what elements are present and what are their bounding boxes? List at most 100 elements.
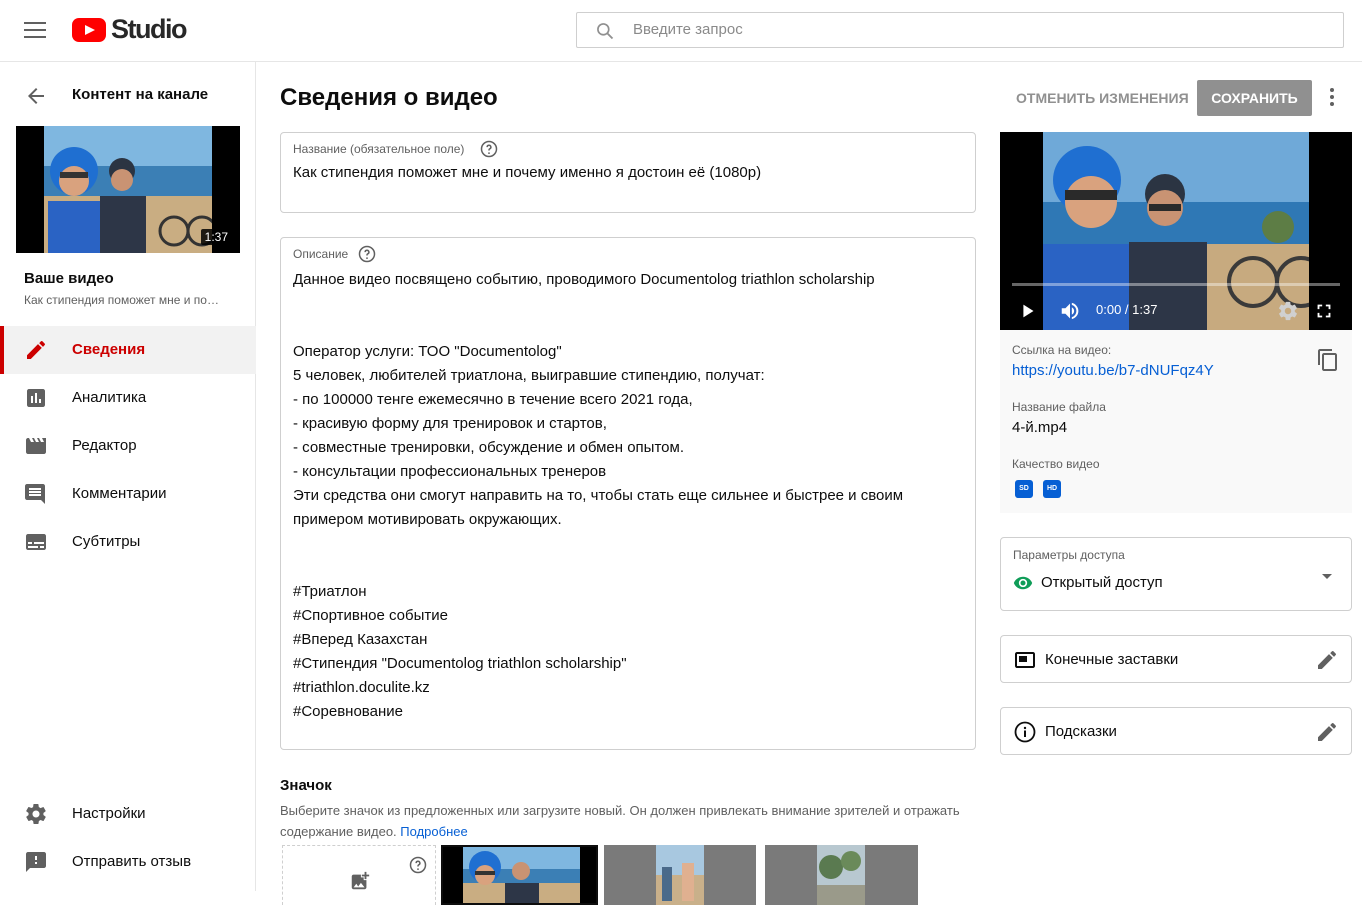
sidebar: Контент на канале 1:37 Ваше видео Как ст… [0,62,256,891]
sidebar-item-analytics[interactable]: Аналитика [0,374,256,422]
sidebar-item-feedback[interactable]: Отправить отзыв [0,838,256,886]
cards-label: Подсказки [1045,723,1117,740]
sidebar-item-label: Аналитика [72,389,147,406]
subtitles-icon [26,534,46,550]
feedback-icon [26,852,46,872]
hd-quality-badge: HD [1043,480,1061,498]
description-field[interactable]: Описание Данное видео посвящено событию,… [280,237,976,750]
thumbnail-option-selected[interactable] [441,845,598,905]
end-screens-card[interactable]: Конечные заставки [1000,635,1352,683]
studio-logo-text[interactable]: Studio [111,14,187,45]
description-input[interactable]: Данное видео посвящено событию, проводим… [293,268,903,724]
channel-content-title: Контент на канале [72,86,209,103]
description-line: - совместные тренировки, обсуждение и об… [293,439,684,456]
video-preview-card: 0:00 / 1:37 Ссылка на видео: https://you… [1000,132,1352,513]
thumbnail-option-3[interactable] [765,845,918,905]
description-line: - по 100000 тенге ежемесячно в течение в… [293,391,693,408]
description-line: - красивую форму для тренировок и старто… [293,415,607,432]
visibility-label: Параметры доступа [1013,548,1125,562]
description-line: Данное видео посвящено событию, проводим… [293,271,875,288]
search-input[interactable] [633,21,1313,38]
menu-icon[interactable] [24,22,46,38]
sd-quality-badge: SD [1015,480,1033,498]
volume-icon[interactable] [1059,300,1081,322]
fullscreen-icon[interactable] [1313,300,1335,322]
description-line: примером мотивировать окружающих. [293,511,562,528]
video-time: 0:00 / 1:37 [1096,302,1158,317]
back-arrow-icon[interactable] [24,84,48,108]
upload-thumbnail-button[interactable] [282,845,436,905]
title-input[interactable]: Как стипендия поможет мне и почему именн… [293,164,761,181]
video-thumbnail-image [44,126,212,253]
thumbnail-description-text: Выберите значок из предложенных или загр… [280,803,960,839]
analytics-icon [27,389,45,407]
description-line [293,532,903,556]
search-box[interactable] [576,12,1344,48]
video-duration-badge: 1:37 [200,229,232,245]
description-line: Эти средства они смогут направить на то,… [293,487,904,504]
visibility-dropdown[interactable]: Параметры доступа Открытый доступ [1000,537,1352,611]
filename-value: 4-й.mp4 [1012,419,1068,436]
video-player[interactable]: 0:00 / 1:37 [1000,132,1352,330]
sidebar-item-label: Субтитры [72,533,141,550]
title-field-label: Название (обязательное поле) [293,142,465,156]
help-icon[interactable] [358,245,376,263]
search-icon[interactable] [595,21,615,41]
video-quality-label: Качество видео [1012,457,1100,471]
thumbnail-heading: Значок [280,777,332,794]
chevron-down-icon[interactable] [1315,564,1339,588]
help-icon[interactable] [409,856,427,874]
video-link[interactable]: https://youtu.be/b7-dNUFqz4Y [1012,362,1214,379]
gear-icon[interactable] [1277,300,1299,322]
description-line [293,556,903,580]
add-image-icon [351,871,370,890]
thumbnail-option-2[interactable] [604,845,756,905]
edit-pencil-icon[interactable] [1315,648,1339,672]
sidebar-item-subtitles[interactable]: Субтитры [0,518,256,566]
thumbnail-option-image [656,845,704,905]
description-line: - консультации профессиональных тренеров [293,463,607,480]
sidebar-item-label: Редактор [72,437,137,454]
edit-pencil-icon[interactable] [1315,720,1339,744]
thumbnail-description: Выберите значок из предложенных или загр… [280,800,980,842]
description-line [293,316,903,340]
comment-icon [25,484,45,504]
title-field[interactable]: Название (обязательное поле) Как стипенд… [280,132,976,213]
description-line: #triathlon.doculite.kz [293,679,430,696]
youtube-logo-icon[interactable] [72,18,106,42]
learn-more-link[interactable]: Подробнее [400,824,467,839]
clapperboard-icon [26,438,46,454]
copy-icon[interactable] [1316,348,1340,372]
description-line [293,292,903,316]
sidebar-item-label: Комментарии [72,485,167,502]
pencil-icon [27,341,45,359]
save-button[interactable]: СОХРАНИТЬ [1197,80,1312,116]
sidebar-item-details[interactable]: Сведения [0,326,256,374]
description-line: #Соревнование [293,703,403,720]
end-screens-label: Конечные заставки [1045,651,1179,668]
your-video-label: Ваше видео [24,270,114,287]
cards-card[interactable]: Подсказки [1000,707,1352,755]
help-icon[interactable] [480,140,498,158]
sidebar-item-comments[interactable]: Комментарии [0,470,256,518]
page-title: Сведения о видео [280,84,498,111]
description-line: #Вперед Казахстан [293,631,428,648]
description-line: 5 человек, любителей триатлона, выигравш… [293,367,765,384]
end-screen-icon [1015,652,1035,668]
sidebar-item-editor[interactable]: Редактор [0,422,256,470]
video-thumbnail[interactable]: 1:37 [16,126,240,253]
more-options-icon[interactable] [1320,85,1344,109]
undo-changes-button[interactable]: ОТМЕНИТЬ ИЗМЕНЕНИЯ [1004,80,1201,116]
video-link-label: Ссылка на видео: [1012,343,1112,357]
description-line: #Триатлон [293,583,367,600]
top-bar: Studio [0,0,1362,62]
video-frame [1043,132,1309,330]
thumbnail-option-image [463,847,580,903]
sidebar-item-label: Отправить отзыв [72,853,192,870]
video-progress-bar[interactable] [1012,283,1340,286]
sidebar-item-settings[interactable]: Настройки [0,790,256,838]
visibility-value: Открытый доступ [1041,574,1163,591]
eye-icon [1013,576,1033,590]
play-icon[interactable] [1017,300,1039,322]
sidebar-item-label: Сведения [72,341,146,358]
